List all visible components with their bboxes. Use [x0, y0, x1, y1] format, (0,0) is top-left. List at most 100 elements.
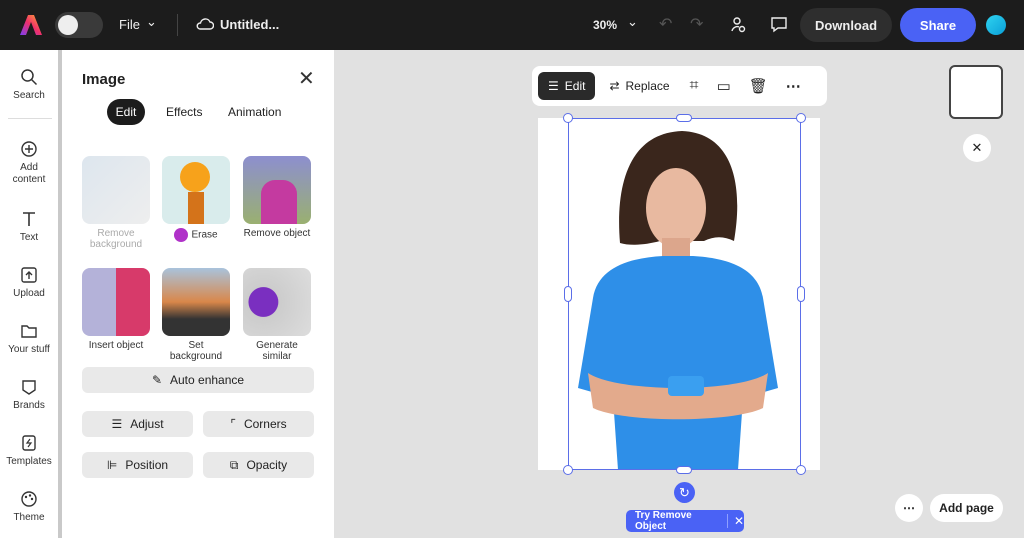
- sliders-icon: ☰: [111, 417, 123, 431]
- try-remove-object-banner[interactable]: Try Remove Object ✕: [626, 510, 744, 532]
- redo-icon[interactable]: ↷: [690, 14, 703, 34]
- delete-icon[interactable]: 🗑: [743, 77, 774, 95]
- rail-theme[interactable]: Theme: [0, 490, 58, 523]
- insert-object-tile[interactable]: Insert object: [82, 268, 150, 351]
- try-remove-object-link[interactable]: Try Remove Object: [635, 510, 719, 532]
- chevron-down-icon[interactable]: ⌄: [146, 14, 157, 30]
- rail-label: Brands: [13, 400, 45, 411]
- edit-button[interactable]: ☰ Edit: [538, 72, 596, 100]
- panel-title: Image: [82, 71, 126, 88]
- crop-icon[interactable]: ⌗: [684, 77, 705, 95]
- replace-icon: ⇄: [609, 79, 620, 93]
- close-icon[interactable]: ✕: [726, 514, 744, 528]
- rail-your-stuff[interactable]: Your stuff: [0, 322, 58, 355]
- rail-add-content[interactable]: Add content: [0, 140, 58, 186]
- rotate-icon[interactable]: ↻: [674, 482, 695, 503]
- resize-handle[interactable]: [796, 465, 806, 475]
- search-icon: [21, 69, 38, 86]
- rail-label: Search: [13, 90, 45, 101]
- comment-icon[interactable]: [770, 16, 788, 33]
- resize-handle[interactable]: [676, 466, 692, 474]
- comment-icon[interactable]: ▭: [711, 77, 737, 95]
- cloud-icon: [196, 18, 214, 30]
- set-background-tile[interactable]: Set background: [162, 268, 230, 362]
- templates-icon: [22, 435, 36, 451]
- tab-effects[interactable]: Effects: [166, 105, 202, 119]
- tile-label: Remove background: [89, 228, 143, 250]
- tile-label: Erase: [191, 229, 218, 241]
- resize-handle[interactable]: [797, 286, 805, 302]
- zoom-chevron-icon[interactable]: ⌄: [627, 14, 638, 30]
- generate-similar-tile[interactable]: Generate similar: [243, 268, 311, 362]
- upload-icon: [21, 267, 37, 283]
- corner-icon: ⌜: [230, 417, 236, 431]
- mode-toggle[interactable]: [55, 12, 103, 38]
- remove-background-tile[interactable]: Remove background: [82, 156, 150, 250]
- tile-label: Remove object: [243, 228, 311, 239]
- add-page-button[interactable]: Add page: [930, 494, 1003, 522]
- button-label: Edit: [564, 79, 586, 93]
- rail-label: Theme: [13, 512, 45, 523]
- rail-templates[interactable]: Templates: [0, 434, 58, 467]
- document-title[interactable]: Untitled...: [220, 17, 279, 32]
- adobe-express-logo[interactable]: [20, 14, 42, 36]
- rail-label: Add content: [12, 162, 46, 185]
- button-label: Opacity: [246, 458, 288, 472]
- tile-label: Set background: [169, 340, 223, 362]
- tile-label: Generate similar: [256, 340, 298, 362]
- tab-edit[interactable]: Edit: [107, 99, 145, 125]
- page-thumbnail[interactable]: [949, 65, 1003, 119]
- close-icon[interactable]: ✕: [298, 66, 315, 91]
- zoom-level[interactable]: 30%: [593, 18, 617, 32]
- rail-label: Templates: [6, 456, 52, 467]
- replace-button[interactable]: ⇄ Replace: [601, 79, 677, 93]
- opacity-icon: ⧉: [229, 457, 239, 472]
- download-button[interactable]: Download: [800, 8, 892, 42]
- undo-icon[interactable]: ↶: [659, 14, 672, 34]
- sliders-icon: ☰: [548, 79, 559, 93]
- avatar[interactable]: [986, 15, 1006, 35]
- auto-enhance-button[interactable]: ✎ Auto enhance: [82, 367, 314, 393]
- resize-handle[interactable]: [563, 465, 573, 475]
- button-label: Auto enhance: [170, 373, 245, 387]
- selection-box[interactable]: [568, 118, 801, 470]
- folder-icon: [21, 325, 37, 338]
- share-button[interactable]: Share: [900, 8, 976, 42]
- rail-search[interactable]: Search: [0, 68, 58, 101]
- resize-handle[interactable]: [563, 113, 573, 123]
- left-rail: Search Add content Text Upload Your stuf…: [0, 50, 58, 538]
- rail-text[interactable]: Text: [0, 210, 58, 243]
- plus-circle-icon: [21, 141, 37, 157]
- button-label: Position: [125, 458, 169, 472]
- button-label: Replace: [625, 79, 670, 93]
- erase-tile[interactable]: Erase: [162, 156, 230, 242]
- more-options-icon[interactable]: ⋯: [895, 494, 923, 522]
- rail-brands[interactable]: Brands: [0, 378, 58, 411]
- image-panel: Image ✕ Edit Effects Animation Remove ba…: [62, 50, 334, 538]
- invite-user-icon[interactable]: [730, 16, 746, 33]
- corners-button[interactable]: ⌜ Corners: [203, 411, 314, 437]
- resize-handle[interactable]: [564, 286, 572, 302]
- opacity-button[interactable]: ⧉ Opacity: [203, 452, 314, 478]
- button-label: Corners: [243, 417, 287, 431]
- resize-handle[interactable]: [796, 113, 806, 123]
- rail-upload[interactable]: Upload: [0, 266, 58, 299]
- divider: [177, 14, 178, 36]
- divider: [8, 118, 52, 119]
- rail-label: Upload: [13, 288, 45, 299]
- resize-handle[interactable]: [676, 114, 692, 122]
- close-thumbnail-icon[interactable]: ✕: [963, 134, 991, 162]
- brands-icon: [22, 380, 36, 395]
- tab-animation[interactable]: Animation: [228, 105, 281, 119]
- text-icon: [23, 212, 35, 226]
- remove-object-tile[interactable]: Remove object: [243, 156, 311, 239]
- adjust-button[interactable]: ☰ Adjust: [82, 411, 193, 437]
- position-button[interactable]: ⊫ Position: [82, 452, 193, 478]
- top-bar: File ⌄ Untitled... 30% ⌄ ↶ ↷ Download Sh…: [0, 0, 1024, 50]
- more-icon[interactable]: ⋯: [780, 77, 807, 95]
- file-menu[interactable]: File: [119, 17, 140, 32]
- button-label: Adjust: [130, 417, 164, 431]
- palette-icon: [21, 491, 37, 507]
- rail-label: Text: [19, 232, 39, 243]
- crown-icon: [174, 228, 189, 242]
